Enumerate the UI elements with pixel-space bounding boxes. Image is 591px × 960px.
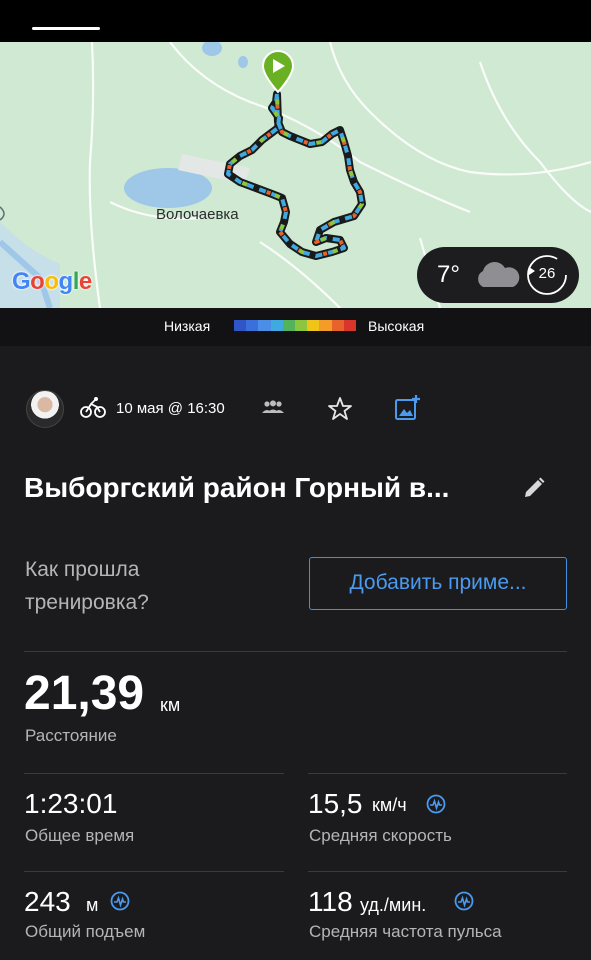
legend-high-label: Высокая xyxy=(368,318,425,334)
divider xyxy=(24,773,284,774)
divider xyxy=(308,871,567,872)
people-icon[interactable] xyxy=(261,400,285,414)
legend-color-swatch xyxy=(282,320,296,331)
elevation-gain-value: 243 xyxy=(24,886,71,917)
avg-heart-rate-label: Средняя частота пульса xyxy=(309,922,502,941)
total-time-label: Общее время xyxy=(25,826,135,845)
bike-icon xyxy=(80,397,106,418)
avg-speed-label: Средняя скорость xyxy=(309,826,452,845)
route-map[interactable]: Волочаевка Google 7° 26 xyxy=(0,42,591,308)
avg-heart-rate-value: 118 xyxy=(308,886,353,917)
elevation-gain-label: Общий подъем xyxy=(25,922,146,941)
legend-color-swatch xyxy=(307,320,320,331)
activity-title[interactable]: Выборгский район Горный в... xyxy=(24,472,449,504)
start-marker-icon xyxy=(261,50,295,94)
legend-color-scale xyxy=(234,320,357,331)
total-time-value: 1:23:01 xyxy=(24,788,118,819)
add-photo-icon[interactable] xyxy=(394,394,422,422)
avg-heart-rate-unit: уд./мин. xyxy=(360,895,427,915)
google-logo: Google xyxy=(12,268,92,295)
add-note-button[interactable]: Добавить приме... xyxy=(309,557,567,610)
legend-color-swatch xyxy=(246,320,259,331)
pulse-info-icon[interactable] xyxy=(454,891,474,911)
wind-indicator: 26 xyxy=(525,253,569,297)
legend-color-swatch xyxy=(343,320,357,331)
avg-speed-value: 15,5 xyxy=(308,788,363,819)
legend-low-label: Низкая xyxy=(164,318,211,334)
active-tab-indicator xyxy=(32,27,100,30)
activity-meta-row: 10 мая @ 16:30 xyxy=(0,378,591,438)
distance-label: Расстояние xyxy=(25,726,117,745)
avg-speed-unit: км/ч xyxy=(372,795,407,815)
legend-color-swatch xyxy=(319,320,332,331)
legend-color-swatch xyxy=(234,320,247,331)
legend-color-swatch xyxy=(270,320,283,331)
legend-color-swatch xyxy=(258,320,271,331)
avatar[interactable] xyxy=(26,390,64,428)
legend-color-swatch xyxy=(331,320,344,331)
cloud-icon xyxy=(478,262,520,287)
distance-unit: км xyxy=(160,695,181,715)
pulse-info-icon[interactable] xyxy=(110,891,130,911)
training-feedback-question: Как прошла тренировка? xyxy=(25,558,149,614)
map-place-label: Волочаевка xyxy=(156,206,239,223)
divider xyxy=(24,871,284,872)
elevation-gain-unit: м xyxy=(86,895,99,915)
distance-value: 21,39 xyxy=(24,667,145,720)
star-icon[interactable] xyxy=(327,396,353,422)
weather-badge: 7° 26 xyxy=(417,247,579,303)
weather-temperature: 7° xyxy=(437,261,460,288)
legend-color-swatch xyxy=(295,320,308,331)
pulse-info-icon[interactable] xyxy=(426,794,446,814)
tab-bar xyxy=(0,0,591,42)
activity-date: 10 мая @ 16:30 xyxy=(116,400,225,417)
divider xyxy=(24,651,567,652)
wind-speed-value: 26 xyxy=(538,265,556,282)
edit-pencil-icon[interactable] xyxy=(522,476,546,500)
intensity-legend: Низкая Высокая xyxy=(0,308,591,346)
divider xyxy=(308,773,567,774)
